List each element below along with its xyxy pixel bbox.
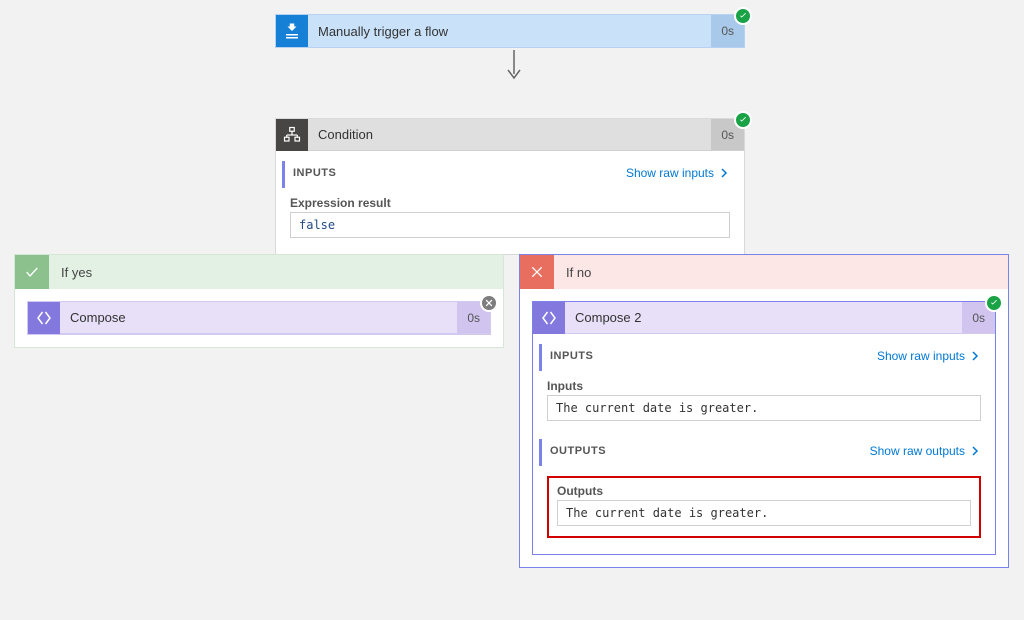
condition-header[interactable]: Condition 0s bbox=[276, 119, 744, 151]
compose-header[interactable]: Compose 0s bbox=[28, 302, 490, 334]
compose2-inputs-label: Inputs bbox=[547, 379, 981, 393]
show-raw-outputs-label: Show raw outputs bbox=[870, 444, 965, 458]
expression-result-label: Expression result bbox=[290, 196, 730, 210]
branch-yes: If yes Compose 0s bbox=[14, 254, 504, 348]
branch-yes-label: If yes bbox=[49, 265, 92, 280]
compose2-outputs-label: Outputs bbox=[557, 484, 971, 498]
compose2-outputs-highlight: Outputs The current date is greater. bbox=[547, 476, 981, 538]
trigger-header[interactable]: Manually trigger a flow 0s bbox=[276, 15, 744, 47]
show-raw-inputs-label: Show raw inputs bbox=[877, 349, 965, 363]
compose2-inputs-section-header: INPUTS Show raw inputs bbox=[539, 344, 981, 371]
status-badge-success bbox=[985, 294, 1003, 312]
compose-card[interactable]: Compose 0s bbox=[27, 301, 491, 335]
inputs-section-label: INPUTS bbox=[293, 167, 336, 179]
compose-icon bbox=[28, 302, 60, 334]
status-badge-skipped bbox=[480, 294, 498, 312]
branch-yes-header[interactable]: If yes bbox=[15, 255, 503, 289]
chevron-right-icon bbox=[969, 445, 981, 457]
compose2-card[interactable]: Compose 2 0s INPUTS Show raw inputs Inpu… bbox=[532, 301, 996, 555]
compose2-outputs-value: The current date is greater. bbox=[557, 500, 971, 526]
compose-title: Compose bbox=[60, 310, 457, 325]
branch-no: If no Compose 2 0s INPUTS Show raw input… bbox=[519, 254, 1009, 568]
status-badge-success bbox=[734, 7, 752, 25]
compose2-inputs-value: The current date is greater. bbox=[547, 395, 981, 421]
compose2-inputs-section-label: INPUTS bbox=[550, 350, 593, 362]
show-raw-inputs-link[interactable]: Show raw inputs bbox=[626, 166, 730, 180]
flow-arrow-icon bbox=[506, 50, 522, 80]
trigger-title: Manually trigger a flow bbox=[308, 24, 711, 39]
condition-body: INPUTS Show raw inputs Expression result… bbox=[276, 151, 744, 254]
status-badge-success bbox=[734, 111, 752, 129]
condition-title: Condition bbox=[308, 127, 711, 142]
branch-no-label: If no bbox=[554, 265, 591, 280]
show-raw-inputs-label: Show raw inputs bbox=[626, 166, 714, 180]
expression-result-value: false bbox=[290, 212, 730, 238]
compose2-title: Compose 2 bbox=[565, 310, 962, 325]
compose-icon bbox=[533, 302, 565, 334]
compose2-header[interactable]: Compose 2 0s bbox=[533, 302, 995, 334]
condition-card[interactable]: Condition 0s INPUTS Show raw inputs Expr… bbox=[275, 118, 745, 255]
compose2-outputs-section-header: OUTPUTS Show raw outputs bbox=[539, 439, 981, 466]
branch-no-body: Compose 2 0s INPUTS Show raw inputs Inpu… bbox=[520, 289, 1008, 567]
chevron-right-icon bbox=[969, 350, 981, 362]
compose2-outputs-section-label: OUTPUTS bbox=[550, 445, 606, 457]
check-icon bbox=[15, 255, 49, 289]
branch-yes-body: Compose 0s bbox=[15, 289, 503, 347]
trigger-card[interactable]: Manually trigger a flow 0s bbox=[275, 14, 745, 48]
compose2-body: INPUTS Show raw inputs Inputs The curren… bbox=[533, 334, 995, 554]
chevron-right-icon bbox=[718, 167, 730, 179]
condition-icon bbox=[276, 119, 308, 151]
trigger-icon bbox=[276, 15, 308, 47]
branch-no-header[interactable]: If no bbox=[520, 255, 1008, 289]
inputs-section-header: INPUTS Show raw inputs bbox=[282, 161, 730, 188]
show-raw-outputs-link[interactable]: Show raw outputs bbox=[870, 444, 981, 458]
close-icon bbox=[520, 255, 554, 289]
show-raw-inputs-link[interactable]: Show raw inputs bbox=[877, 349, 981, 363]
